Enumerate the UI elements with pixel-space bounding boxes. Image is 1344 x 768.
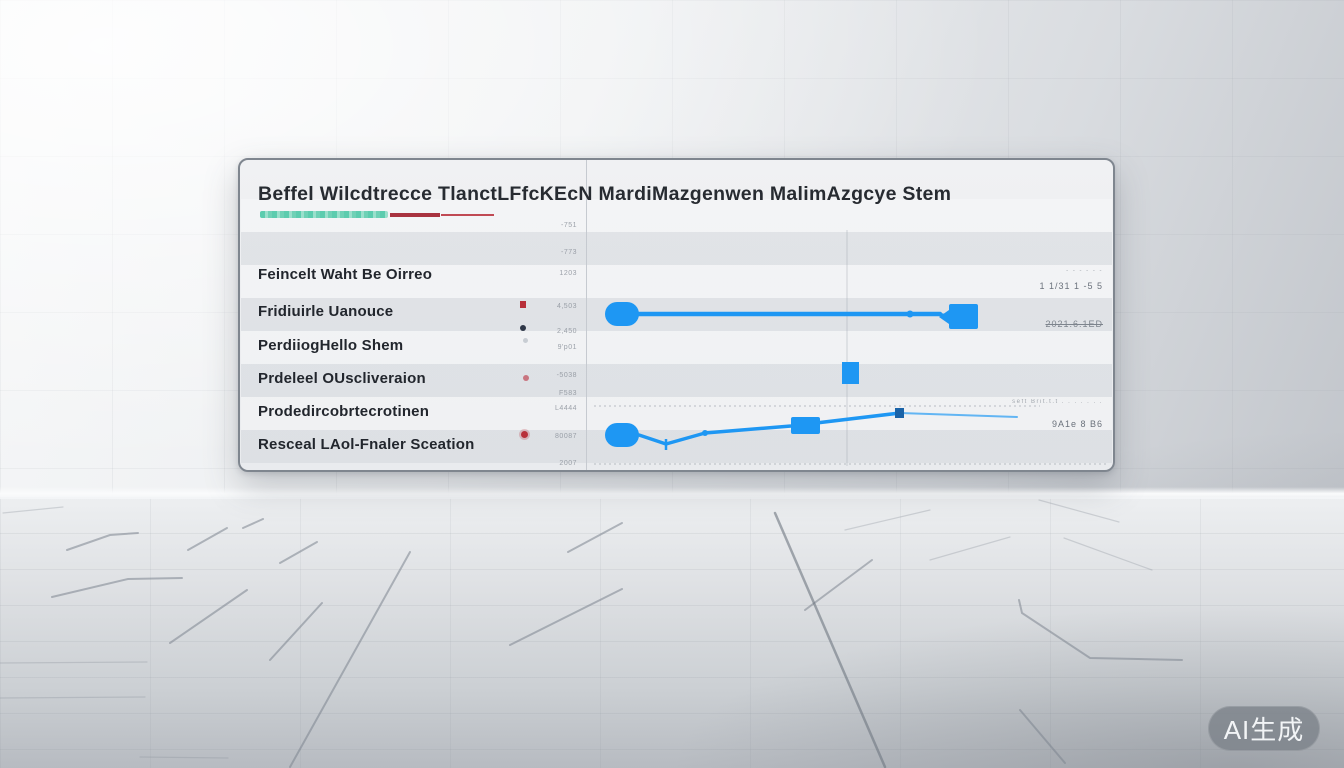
axis-tick-label: 1203 [240,270,577,277]
series2-start-pill[interactable] [605,423,639,447]
dashboard-panel: Beffel Wilcdtrecce TlanctLFfcKEcN MardiM… [238,158,1115,472]
chart-annotation: 2021.6.1ED [1045,319,1103,329]
axis-tick-label: 2007 [240,460,577,467]
chart-annotation: - ‐ - ‐ - - [1066,268,1103,274]
axis-tick-label: -5038 [240,372,577,379]
axis-tick-label: 80087 [240,433,577,440]
teal-underline-decoration [260,211,388,218]
axis-tick-label: 4,503 [240,303,577,310]
series1-point [907,311,914,318]
axis-tick-label: L4444 [240,405,577,412]
chart-annotation: 1 1/31 1 -5 5 [1039,281,1103,291]
red-underline-thin-decoration [441,214,494,216]
axis-tick-label: F583 [240,390,577,397]
floor [0,497,1344,768]
series2-point [702,430,708,436]
chart-annotation: seft Brit.t.t . . . . . . . [1012,399,1103,405]
red-underline-decoration [390,213,440,217]
series2-segment-handle[interactable] [791,417,820,434]
floor-perspective-lines [0,497,1344,768]
series2-dark-point [895,408,904,418]
axis-tick-label: -751 [240,222,577,229]
series2-line [639,413,900,444]
axis-tick-label: 2,450 [240,328,577,335]
panel-title: Beffel Wilcdtrecce TlanctLFfcKEcN MardiM… [258,183,951,206]
mid-bar[interactable] [842,362,859,384]
axis-tick-label: 9'p01 [240,344,577,351]
series1-start-pill[interactable] [605,302,639,326]
series2-tail-line [900,413,1017,417]
ghost-dot-marker [523,338,528,343]
chart-annotation: 9A1e 8 B6 [1052,419,1103,429]
horizon-line [0,487,1344,499]
ai-watermark-label: AI生成 [1224,710,1305,747]
scene: Beffel Wilcdtrecce TlanctLFfcKEcN MardiM… [0,0,1344,768]
axis-tick-label: -773 [240,249,577,256]
series1-end-handle[interactable] [949,304,978,329]
ai-watermark-badge: AI生成 [1208,706,1320,751]
